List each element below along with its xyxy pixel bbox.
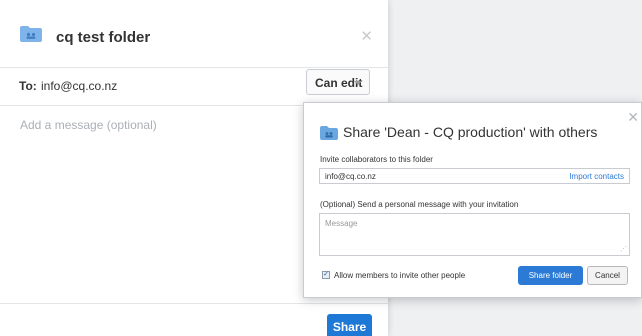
shared-folder-icon: [20, 26, 42, 42]
dialog-title: Share 'Dean - CQ production' with others: [343, 124, 598, 140]
message-input[interactable]: Add a message (optional): [20, 118, 157, 132]
message-placeholder: Message: [325, 219, 358, 228]
cancel-button[interactable]: Cancel: [587, 266, 628, 285]
allow-invite-checkbox[interactable]: ✓: [322, 271, 330, 279]
close-icon[interactable]: ✕: [627, 109, 639, 126]
allow-invite-label: Allow members to invite other people: [334, 271, 466, 280]
share-folder-button[interactable]: Share folder: [518, 266, 583, 285]
invite-label: Invite collaborators to this folder: [320, 155, 433, 164]
import-contacts-link[interactable]: Import contacts: [569, 172, 624, 181]
invite-input[interactable]: info@cq.co.nz Import contacts: [319, 168, 630, 184]
invite-value: info@cq.co.nz: [325, 172, 376, 181]
to-label: To:: [19, 79, 37, 93]
permission-dropdown[interactable]: Can edit: [306, 69, 370, 95]
optional-message-label: (Optional) Send a personal message with …: [320, 200, 519, 209]
message-textarea[interactable]: Message ⋰: [319, 213, 630, 256]
dialog-title: cq test folder: [56, 29, 151, 46]
resize-grip-icon[interactable]: ⋰: [620, 245, 627, 253]
dialog-header: cq test folder ✕: [0, 0, 388, 68]
close-icon[interactable]: ✕: [360, 27, 373, 45]
share-dialog-front: ✕ Share 'Dean - CQ production' with othe…: [303, 102, 642, 298]
shared-folder-icon: [320, 126, 338, 140]
share-button[interactable]: Share: [327, 314, 372, 336]
chevron-down-icon: [354, 81, 362, 85]
footer-divider: [0, 303, 388, 304]
recipient-input[interactable]: info@cq.co.nz: [41, 79, 117, 93]
